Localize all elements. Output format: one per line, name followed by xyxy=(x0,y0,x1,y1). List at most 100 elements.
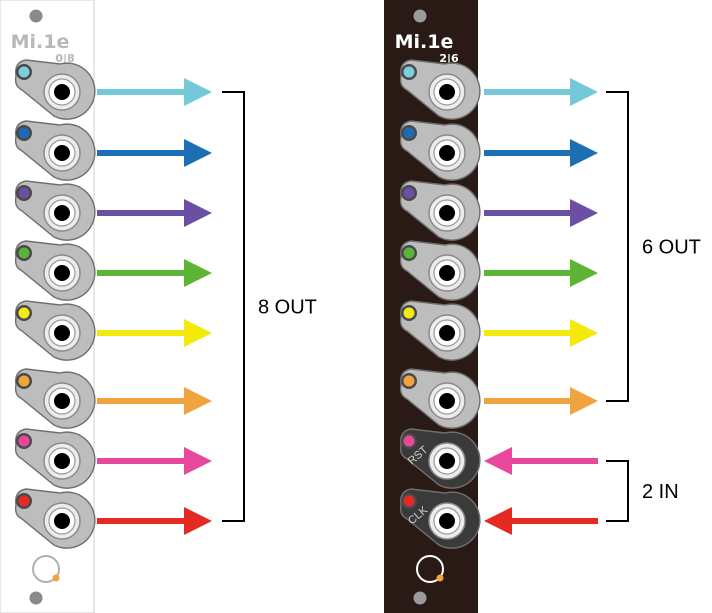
arrow-shaft xyxy=(484,270,570,276)
arrow-shaft xyxy=(484,150,570,156)
arrow-shaft xyxy=(97,330,184,336)
led-light xyxy=(18,66,30,78)
led-light xyxy=(403,307,415,319)
screw-top xyxy=(413,9,427,23)
bracket-line xyxy=(222,91,245,522)
led-light xyxy=(18,187,30,199)
jack-hole xyxy=(439,205,455,221)
input-arrow xyxy=(484,507,598,535)
output-arrow xyxy=(484,199,598,227)
output-arrow xyxy=(97,259,212,287)
group-label: 6 OUT xyxy=(642,237,701,259)
led-light xyxy=(18,307,30,319)
arrow-head xyxy=(184,447,212,475)
led-light xyxy=(403,375,415,387)
arrow-shaft xyxy=(484,398,570,404)
jack-hole xyxy=(439,84,455,100)
arrow-shaft xyxy=(484,330,570,336)
jack-hole xyxy=(439,265,455,281)
arrow-head xyxy=(184,507,212,535)
screw-top xyxy=(29,9,43,23)
arrow-head xyxy=(184,78,212,106)
jack-hole xyxy=(439,393,455,409)
output-arrow xyxy=(97,139,212,167)
arrow-head xyxy=(570,199,598,227)
bracket-line xyxy=(606,460,629,522)
output-arrow xyxy=(97,387,212,415)
jack-hole xyxy=(439,513,455,529)
module-logo: Mi.1e xyxy=(395,31,454,53)
arrow-shaft xyxy=(97,458,184,464)
arrow-shaft xyxy=(97,518,184,524)
arrow-shaft xyxy=(97,270,184,276)
led-light xyxy=(18,127,30,139)
module-logo: Mi.1e xyxy=(11,31,70,53)
led-light xyxy=(403,66,415,78)
knob-indicator xyxy=(52,574,60,582)
jack-hole xyxy=(439,145,455,161)
output-arrow xyxy=(484,259,598,287)
arrow-shaft xyxy=(484,210,570,216)
arrow-head xyxy=(184,199,212,227)
bracket-0: 6 OUT xyxy=(606,91,701,402)
led-light xyxy=(403,435,415,447)
output-arrow xyxy=(484,78,598,106)
module-0-8: Mi.1e0|88 OUT xyxy=(0,0,317,613)
group-label: 8 OUT xyxy=(258,297,317,319)
jack-hole xyxy=(54,513,70,529)
arrow-head xyxy=(484,507,512,535)
led-light xyxy=(18,375,30,387)
led-light xyxy=(18,247,30,259)
jack-hole xyxy=(439,325,455,341)
knob-indicator xyxy=(436,574,444,582)
jack-hole xyxy=(54,453,70,469)
arrow-head xyxy=(570,387,598,415)
arrow-head xyxy=(484,447,512,475)
arrow-head xyxy=(570,319,598,347)
output-arrow xyxy=(97,319,212,347)
screw-bottom xyxy=(413,591,427,605)
arrow-shaft xyxy=(512,458,598,464)
signal-flow-diagram: Mi.1e0|88 OUT Mi.1e2|6RSTCLK6 OUT2 IN xyxy=(0,0,701,613)
led-light xyxy=(403,495,415,507)
arrow-shaft xyxy=(97,89,184,95)
led-light xyxy=(18,495,30,507)
led-light xyxy=(18,435,30,447)
arrow-head xyxy=(570,78,598,106)
arrow-shaft xyxy=(512,518,598,524)
arrow-shaft xyxy=(97,398,184,404)
jack-hole xyxy=(54,325,70,341)
input-arrow xyxy=(484,447,598,475)
bracket-1: 2 IN xyxy=(606,460,679,522)
jack-hole xyxy=(54,145,70,161)
module-2-6: Mi.1e2|6RSTCLK6 OUT2 IN xyxy=(384,0,701,613)
arrow-head xyxy=(184,387,212,415)
led-light xyxy=(403,127,415,139)
arrow-head xyxy=(570,259,598,287)
arrow-head xyxy=(184,259,212,287)
group-label: 2 IN xyxy=(642,481,679,503)
arrow-shaft xyxy=(97,150,184,156)
bracket-0: 8 OUT xyxy=(222,91,317,522)
arrow-shaft xyxy=(97,210,184,216)
jack-hole xyxy=(54,393,70,409)
led-light xyxy=(403,187,415,199)
bracket-line xyxy=(606,91,629,402)
jack-hole xyxy=(54,205,70,221)
arrow-head xyxy=(570,139,598,167)
output-arrow xyxy=(484,319,598,347)
output-arrow xyxy=(484,387,598,415)
screw-bottom xyxy=(29,591,43,605)
arrow-head xyxy=(184,319,212,347)
jack-hole xyxy=(54,265,70,281)
jack-hole xyxy=(439,453,455,469)
arrow-shaft xyxy=(484,89,570,95)
output-arrow xyxy=(484,139,598,167)
jack-hole xyxy=(54,84,70,100)
output-arrow xyxy=(97,78,212,106)
output-arrow xyxy=(97,199,212,227)
output-arrow xyxy=(97,447,212,475)
led-light xyxy=(403,247,415,259)
output-arrow xyxy=(97,507,212,535)
arrow-head xyxy=(184,139,212,167)
